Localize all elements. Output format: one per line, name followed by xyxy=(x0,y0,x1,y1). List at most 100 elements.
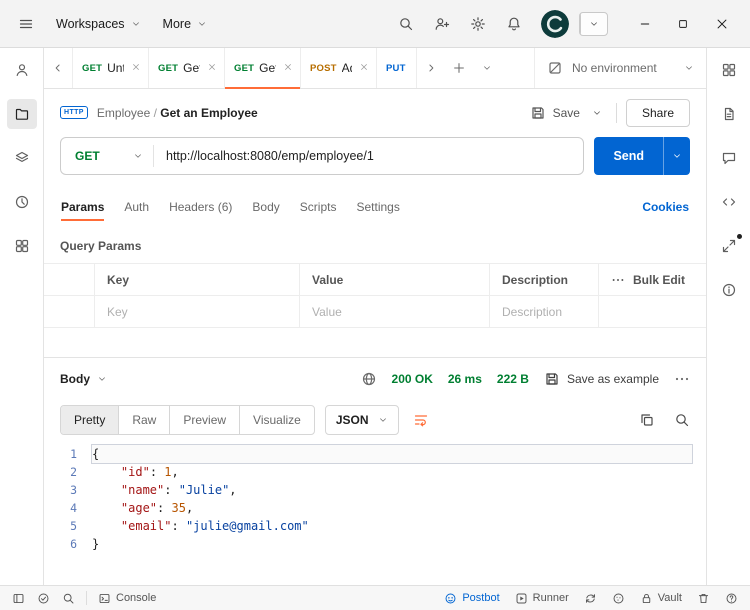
breadcrumb-request-name[interactable]: Get an Employee xyxy=(160,106,257,120)
format-dropdown[interactable]: JSON xyxy=(324,405,399,435)
tab-headers[interactable]: Headers (6) xyxy=(169,188,232,225)
code-line[interactable]: 4 "age": 35, xyxy=(44,499,692,517)
close-button[interactable] xyxy=(702,9,742,39)
close-tab-icon[interactable] xyxy=(357,59,371,77)
tab-label: Untitl xyxy=(107,61,124,75)
view-raw-button[interactable]: Raw xyxy=(118,406,169,434)
wrap-lines-button[interactable] xyxy=(409,406,433,434)
network-info-button[interactable] xyxy=(361,371,377,387)
status-badge[interactable]: 200 OK xyxy=(392,372,433,386)
connection-status-button[interactable] xyxy=(31,589,56,608)
tab-auth[interactable]: Auth xyxy=(124,188,149,225)
response-time[interactable]: 26 ms xyxy=(448,372,482,386)
share-button[interactable]: Share xyxy=(625,98,690,127)
close-tab-icon[interactable] xyxy=(205,59,219,77)
tab-settings[interactable]: Settings xyxy=(356,188,399,225)
code-line[interactable]: 2 "id": 1, xyxy=(44,463,692,481)
tab-get-a[interactable]: GET Get A xyxy=(149,48,225,88)
sidebar-item-apis[interactable] xyxy=(7,231,37,261)
invite-button[interactable] xyxy=(425,8,459,40)
bulk-edit-button[interactable]: Bulk Edit xyxy=(633,273,685,287)
tab-add[interactable]: POST Add xyxy=(301,48,377,88)
response-more-options-button[interactable] xyxy=(674,371,690,387)
main-menu-button[interactable] xyxy=(8,8,44,40)
tab-put-request[interactable]: PUT xyxy=(377,48,417,88)
info-panel-button[interactable] xyxy=(714,275,744,305)
upgrade-chevron[interactable] xyxy=(580,12,607,35)
code-line[interactable]: 6} xyxy=(44,535,692,553)
auto-select-agent-button[interactable] xyxy=(578,589,603,608)
tab-scripts[interactable]: Scripts xyxy=(300,188,337,225)
maximize-button[interactable] xyxy=(664,10,702,38)
tab-params[interactable]: Params xyxy=(61,188,105,225)
save-button[interactable]: Save xyxy=(523,99,587,127)
code-text: "age": 35, xyxy=(120,501,194,515)
sidebar-item-collections[interactable] xyxy=(6,99,37,129)
tab-get-an-employee-active[interactable]: GET Get a xyxy=(225,48,301,89)
response-body-dropdown[interactable]: Body xyxy=(60,372,107,386)
environment-selector[interactable]: No environment xyxy=(534,48,706,88)
vault-button[interactable]: Vault xyxy=(634,589,688,608)
code-editor[interactable]: 1{2 "id": 1, 3 "name": "Julie", 4 "age": 3… xyxy=(44,440,706,585)
postbot-button[interactable]: Postbot xyxy=(438,589,505,608)
tab-body[interactable]: Body xyxy=(252,188,279,225)
param-key-input[interactable] xyxy=(107,304,287,319)
param-value-input[interactable] xyxy=(312,304,477,319)
view-pretty-button[interactable]: Pretty xyxy=(61,406,119,434)
send-options-chevron[interactable] xyxy=(663,137,690,175)
code-snippet-panel-button[interactable] xyxy=(714,187,744,217)
console-label: Console xyxy=(116,592,157,604)
save-options-chevron[interactable] xyxy=(587,102,607,124)
help-button[interactable] xyxy=(719,589,744,608)
tab-label: Get a xyxy=(259,61,276,75)
method-selector[interactable]: GET xyxy=(61,138,153,174)
more-menu[interactable]: More xyxy=(153,11,217,37)
minimize-button[interactable] xyxy=(626,10,664,38)
avatar[interactable] xyxy=(541,9,569,38)
view-visualize-button[interactable]: Visualize xyxy=(239,406,314,434)
environment-label: No environment xyxy=(572,61,657,75)
sidebar-item-overview[interactable] xyxy=(7,55,37,85)
code-line[interactable]: 3 "name": "Julie", xyxy=(44,481,692,499)
save-as-example-button[interactable]: Save as example xyxy=(544,371,659,387)
tab-options-button[interactable] xyxy=(473,48,501,88)
tab-untitled-request[interactable]: GET Untitl xyxy=(73,48,149,88)
param-description-input[interactable] xyxy=(502,304,586,319)
tabs-scroll-left-button[interactable] xyxy=(44,48,72,88)
more-options-icon[interactable] xyxy=(611,273,625,287)
console-button[interactable]: Console xyxy=(92,589,162,608)
trash-button[interactable] xyxy=(691,589,716,608)
workspaces-menu[interactable]: Workspaces xyxy=(46,11,151,37)
url-input[interactable] xyxy=(154,138,584,174)
avatar-image xyxy=(541,9,569,38)
new-tab-button[interactable] xyxy=(445,48,473,88)
find-replace-button[interactable] xyxy=(56,589,81,608)
search-response-button[interactable] xyxy=(674,412,690,428)
notifications-button[interactable] xyxy=(497,8,531,40)
environment-quick-look-button[interactable] xyxy=(714,55,744,85)
send-button[interactable]: Send xyxy=(594,137,663,175)
tabs-scroll-right-button[interactable] xyxy=(417,48,445,88)
code-line[interactable]: 5 "email": "julie@gmail.com" xyxy=(44,517,692,535)
cookies-manager-button[interactable] xyxy=(606,589,631,608)
close-tab-icon[interactable] xyxy=(281,59,295,77)
documentation-panel-button[interactable] xyxy=(714,99,744,129)
tab-method: GET xyxy=(158,62,179,74)
runner-button[interactable]: Runner xyxy=(509,589,575,608)
copy-response-button[interactable] xyxy=(639,412,655,428)
breadcrumb-collection[interactable]: Employee xyxy=(97,106,150,120)
comments-panel-button[interactable] xyxy=(714,143,744,173)
code-line[interactable]: 1{ xyxy=(44,444,693,464)
sidebar-item-environments[interactable] xyxy=(7,143,37,173)
related-requests-button[interactable] xyxy=(714,231,744,261)
settings-button[interactable] xyxy=(461,8,495,40)
sidebar-item-history[interactable] xyxy=(7,187,37,217)
response-size[interactable]: 222 B xyxy=(497,372,529,386)
close-tab-icon[interactable] xyxy=(129,59,143,77)
table-row xyxy=(44,295,706,327)
toggle-sidebar-button[interactable] xyxy=(6,589,31,608)
cookies-link[interactable]: Cookies xyxy=(642,200,689,214)
search-button[interactable] xyxy=(389,8,423,40)
view-preview-button[interactable]: Preview xyxy=(169,406,239,434)
copy-icon xyxy=(641,414,653,426)
